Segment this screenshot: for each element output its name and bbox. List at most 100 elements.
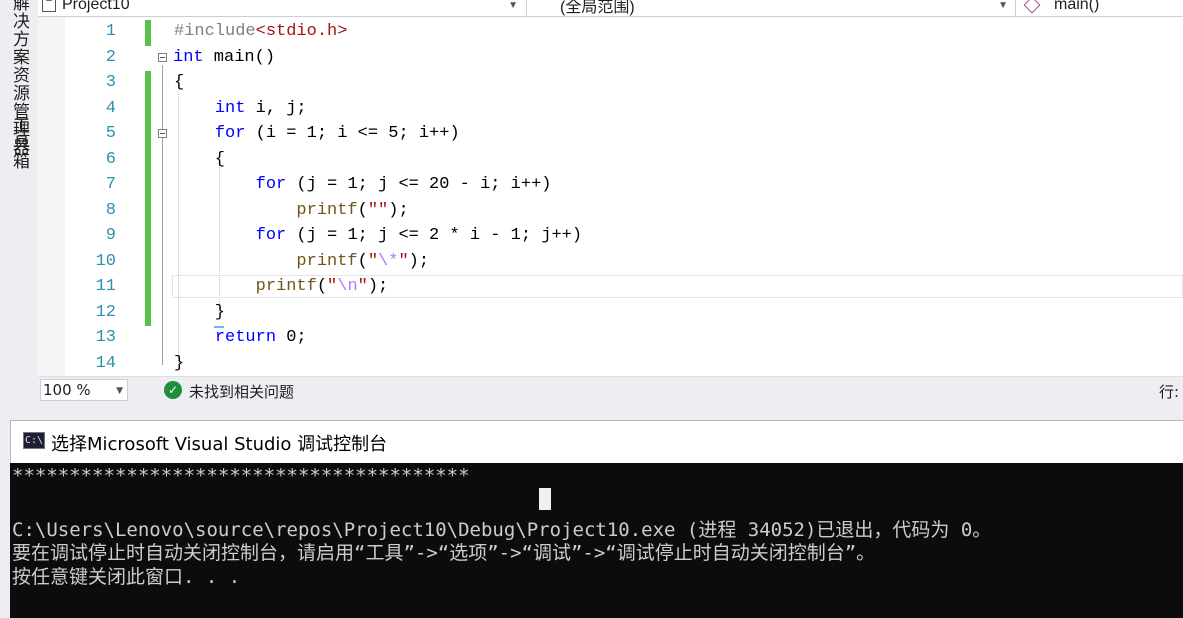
code-line-13: 13 return 0; bbox=[38, 326, 1183, 352]
keyword-token: for bbox=[255, 175, 287, 194]
code-text: printf(""); bbox=[296, 200, 409, 220]
code-text: } bbox=[174, 302, 226, 322]
string-token: "\*" bbox=[367, 251, 409, 271]
code-line-7: 7 for (j = 1; j <= 20 - i; i++) bbox=[38, 173, 1183, 199]
project-icon bbox=[42, 0, 56, 12]
nav-separator bbox=[526, 0, 527, 16]
row-indicator: 行: bbox=[1159, 383, 1180, 401]
change-indicator bbox=[145, 71, 151, 97]
keyword-token: return bbox=[214, 328, 277, 347]
change-indicator bbox=[145, 20, 151, 46]
code-text: int i, j; bbox=[214, 98, 307, 118]
string-token: "\n" bbox=[327, 277, 368, 296]
console-cursor bbox=[539, 488, 551, 510]
code-text: { bbox=[174, 73, 185, 92]
console-line: **************************************** bbox=[12, 465, 470, 487]
change-indicator bbox=[145, 249, 151, 275]
change-indicator bbox=[145, 147, 151, 173]
change-indicator bbox=[145, 173, 151, 199]
member-dropdown-value: main() bbox=[1054, 0, 1100, 13]
code-line-11: 11 printf("\n"); bbox=[38, 275, 1183, 301]
code-text: } bbox=[174, 353, 185, 373]
line-number: 10 bbox=[95, 251, 116, 271]
change-indicator bbox=[145, 224, 151, 250]
console-line: 要在调试停止时自动关闭控制台，请启用“工具”->“选项”->“调试”->“调试停… bbox=[12, 542, 876, 564]
line-number: 11 bbox=[95, 277, 116, 296]
toolbox-tab[interactable]: 工具箱 bbox=[7, 116, 32, 170]
code-line-4: 4 int i, j; bbox=[38, 96, 1183, 122]
change-indicator bbox=[145, 300, 151, 326]
code-text: return 0; bbox=[214, 328, 307, 347]
line-number: 2 bbox=[105, 47, 116, 67]
code-text: for (j = 1; j <= 2 * i - 1; j++) bbox=[255, 226, 583, 245]
line-number: 9 bbox=[105, 226, 116, 245]
code-line-8: 8 printf(""); bbox=[38, 198, 1183, 224]
change-indicator bbox=[145, 198, 151, 224]
no-issues-check-icon[interactable]: ✓ bbox=[164, 381, 182, 399]
scope-dropdown[interactable]: (全局范围) ▼ bbox=[532, 0, 1014, 16]
zoom-value: 100 % bbox=[43, 381, 91, 399]
console-line: 按任意键关闭此窗口. . . bbox=[12, 566, 241, 588]
code-line-12: 12 } bbox=[38, 300, 1183, 326]
side-tool-strip: 解决方案资源管理器 工具箱 bbox=[0, 0, 39, 405]
collapse-toggle-icon[interactable] bbox=[158, 129, 167, 138]
brace-match-marker bbox=[214, 326, 224, 328]
code-line-5: 5 for (i = 1; i <= 5; i++) bbox=[38, 122, 1183, 148]
code-text: #include<stdio.h> bbox=[174, 22, 347, 41]
keyword-token: int bbox=[173, 47, 204, 67]
code-line-3: 3 { bbox=[38, 71, 1183, 97]
project-dropdown-value: Project10 bbox=[62, 0, 130, 13]
change-indicator bbox=[145, 96, 151, 122]
collapse-toggle-icon[interactable] bbox=[158, 52, 167, 62]
nav-separator bbox=[1015, 0, 1016, 16]
line-number: 5 bbox=[105, 124, 116, 143]
project-dropdown[interactable]: Project10 ▼ bbox=[42, 0, 524, 16]
zoom-dropdown[interactable]: 100 % ▼ bbox=[40, 379, 128, 401]
console-app-icon: C:\ bbox=[23, 432, 45, 449]
change-indicator bbox=[145, 275, 151, 301]
code-line-9: 9 for (j = 1; j <= 2 * i - 1; j++) bbox=[38, 224, 1183, 250]
string-token: "" bbox=[367, 200, 389, 220]
change-indicator bbox=[145, 122, 151, 148]
keyword-token: int bbox=[214, 98, 246, 118]
line-number: 1 bbox=[105, 22, 116, 41]
chevron-down-icon[interactable]: ▼ bbox=[508, 0, 518, 11]
console-title-bar[interactable]: C:\ 选择Microsoft Visual Studio 调试控制台 bbox=[10, 420, 1183, 463]
line-number: 6 bbox=[105, 149, 116, 169]
code-text: printf("\*"); bbox=[296, 251, 430, 271]
code-editor[interactable]: 1 #include<stdio.h> 2 int main() 3 { 4 i… bbox=[38, 17, 1183, 376]
chevron-down-icon[interactable]: ▼ bbox=[998, 0, 1008, 11]
console-title: 选择Microsoft Visual Studio 调试控制台 bbox=[51, 434, 388, 455]
code-text: for (j = 1; j <= 20 - i; i++) bbox=[255, 175, 552, 194]
code-line-10: 10 printf("\*"); bbox=[38, 249, 1183, 275]
line-number: 14 bbox=[95, 353, 116, 373]
navigation-bar: Project10 ▼ (全局范围) ▼ main() bbox=[38, 0, 1183, 17]
line-number: 12 bbox=[95, 302, 116, 322]
line-number: 7 bbox=[105, 175, 116, 194]
issues-status-text[interactable]: 未找到相关问题 bbox=[189, 381, 294, 402]
member-dropdown[interactable]: main() bbox=[1022, 0, 1183, 16]
console-output[interactable]: ****************************************… bbox=[10, 463, 1183, 618]
function-cube-icon bbox=[1023, 0, 1041, 14]
code-line-2: 2 int main() bbox=[38, 46, 1183, 72]
code-line-14: 14 } bbox=[38, 352, 1183, 377]
line-number: 13 bbox=[95, 328, 116, 347]
code-text: for (i = 1; i <= 5; i++) bbox=[214, 124, 460, 143]
editor-status-bar: 100 % ▼ ✓ 未找到相关问题 行: bbox=[38, 376, 1183, 404]
line-number: 8 bbox=[105, 200, 116, 220]
chevron-down-icon[interactable]: ▼ bbox=[116, 381, 123, 401]
preprocessor-token: #include bbox=[174, 22, 256, 41]
line-number: 4 bbox=[105, 98, 116, 118]
include-path-token: <stdio.h> bbox=[255, 22, 348, 41]
code-text: int main() bbox=[173, 47, 276, 67]
line-number: 3 bbox=[105, 73, 116, 92]
function-token: printf bbox=[296, 200, 358, 220]
scope-dropdown-value: (全局范围) bbox=[560, 0, 635, 16]
function-token: printf bbox=[255, 277, 317, 296]
keyword-token: for bbox=[214, 124, 246, 143]
code-text: printf("\n"); bbox=[255, 277, 389, 296]
code-text: { bbox=[174, 149, 226, 169]
code-line-1: 1 #include<stdio.h> bbox=[38, 20, 1183, 46]
code-line-6: 6 { bbox=[38, 147, 1183, 173]
keyword-token: for bbox=[255, 226, 287, 245]
